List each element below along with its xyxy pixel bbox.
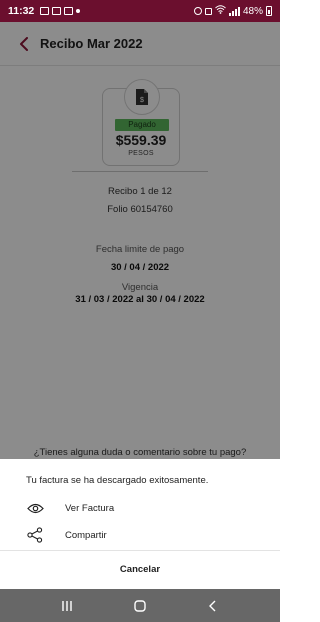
battery-icon <box>266 6 272 16</box>
share-button[interactable]: Compartir <box>26 523 256 547</box>
signal-icon <box>228 6 240 16</box>
recent-apps-button[interactable] <box>53 594 81 618</box>
system-navigation-bar <box>0 589 280 622</box>
download-success-message: Tu factura se ha descargado exitosamente… <box>26 475 209 486</box>
download-bottom-sheet: Tu factura se ha descargado exitosamente… <box>0 459 280 589</box>
back-arrow-icon <box>209 600 216 611</box>
image-notification-icon <box>40 7 50 15</box>
view-invoice-label: Ver Factura <box>65 502 115 514</box>
battery-percent: 48% <box>242 5 263 17</box>
sheet-divider <box>0 550 280 551</box>
message-notification-icon <box>52 7 62 15</box>
system-back-button[interactable] <box>199 594 227 618</box>
share-label: Compartir <box>65 529 107 541</box>
cancel-button[interactable]: Cancelar <box>0 559 280 581</box>
eye-icon <box>26 499 44 517</box>
alarm-icon <box>193 7 202 15</box>
more-notifications-icon <box>76 9 81 13</box>
gallery-notification-icon <box>64 7 74 15</box>
home-icon <box>134 599 146 612</box>
wifi-icon <box>215 5 226 17</box>
status-time: 11:32 <box>8 5 35 17</box>
recent-apps-icon <box>61 600 72 611</box>
share-icon <box>26 526 44 544</box>
mute-icon <box>204 7 212 15</box>
status-bar: 11:32 48% <box>0 0 280 22</box>
home-button[interactable] <box>126 594 154 618</box>
view-invoice-button[interactable]: Ver Factura <box>26 496 256 520</box>
